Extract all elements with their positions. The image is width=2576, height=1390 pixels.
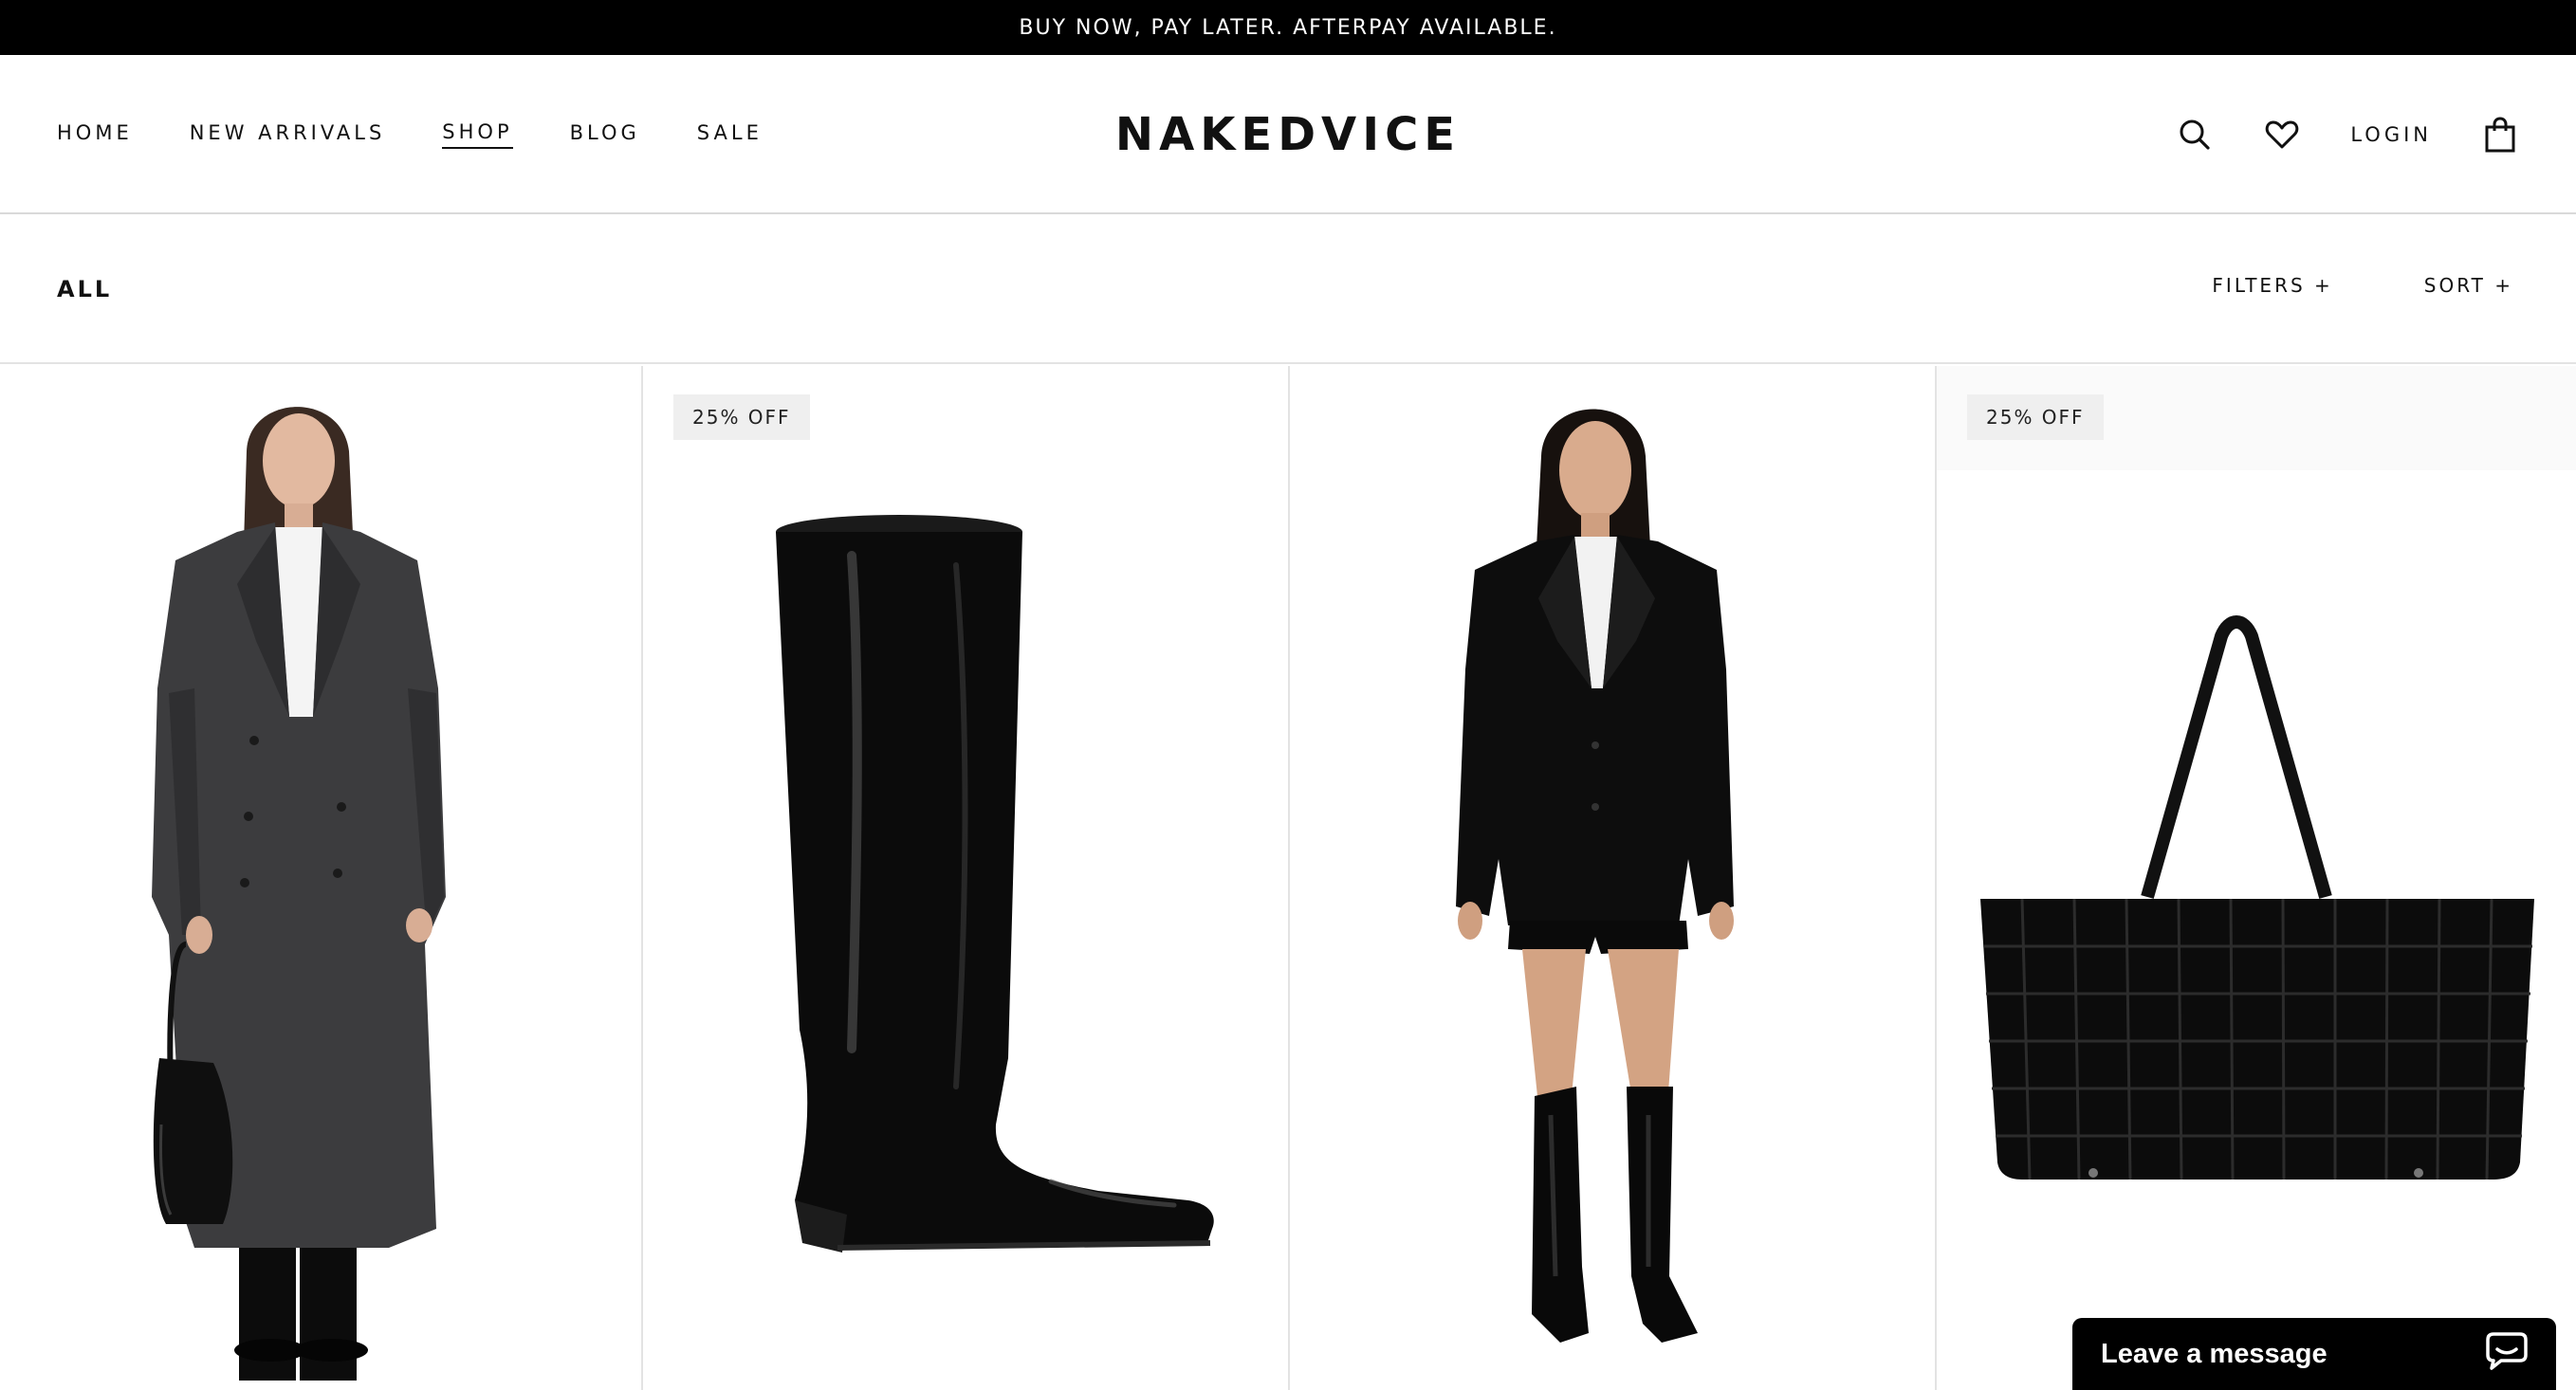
- chat-bubble-icon: [2486, 1330, 2528, 1378]
- product-grid: 25% OFF 25% OFF: [0, 366, 2576, 1390]
- nav-item-blog[interactable]: BLOG: [570, 121, 640, 148]
- black-woven-tote-bag-image: [1937, 366, 2576, 1390]
- shopping-bag-icon[interactable]: [2481, 116, 2519, 154]
- announcement-bar: BUY NOW, PAY LATER. AFTERPAY AVAILABLE.: [0, 0, 2576, 55]
- nav-item-new-arrivals[interactable]: NEW ARRIVALS: [190, 121, 386, 148]
- toolbar-actions: FILTERS + SORT +: [2121, 214, 2513, 357]
- site-logo[interactable]: NAKEDVICE: [1115, 108, 1461, 161]
- collection-toolbar: ALL FILTERS + SORT +: [0, 214, 2576, 364]
- announcement-text: BUY NOW, PAY LATER. AFTERPAY AVAILABLE.: [1019, 15, 1557, 40]
- model-long-charcoal-coat-image: [0, 366, 641, 1390]
- header-actions: LOGIN: [2126, 55, 2519, 214]
- discount-badge: 25% OFF: [673, 394, 810, 440]
- filters-button[interactable]: FILTERS +: [2212, 274, 2332, 297]
- product-card[interactable]: 25% OFF: [1935, 366, 2576, 1390]
- heart-icon[interactable]: [2263, 116, 2301, 154]
- search-icon[interactable]: [2176, 116, 2214, 154]
- nav-item-shop[interactable]: SHOP: [442, 120, 513, 149]
- product-card[interactable]: 25% OFF: [641, 366, 1288, 1390]
- collection-title: ALL: [57, 276, 113, 302]
- login-link[interactable]: LOGIN: [2350, 123, 2432, 146]
- black-knee-high-boot-image: [643, 366, 1288, 1390]
- nav-item-sale[interactable]: SALE: [697, 121, 763, 148]
- chat-label: Leave a message: [2101, 1338, 2328, 1369]
- product-card[interactable]: [1288, 366, 1935, 1390]
- sort-button[interactable]: SORT +: [2424, 274, 2513, 297]
- model-black-blazer-boots-image: [1290, 366, 1935, 1390]
- product-card[interactable]: [0, 366, 641, 1390]
- chat-widget[interactable]: Leave a message: [2072, 1318, 2556, 1390]
- nav-item-home[interactable]: HOME: [57, 121, 133, 148]
- site-header: HOME NEW ARRIVALS SHOP BLOG SALE NAKEDVI…: [0, 55, 2576, 214]
- main-nav: HOME NEW ARRIVALS SHOP BLOG SALE: [57, 55, 819, 214]
- discount-badge: 25% OFF: [1967, 394, 2104, 440]
